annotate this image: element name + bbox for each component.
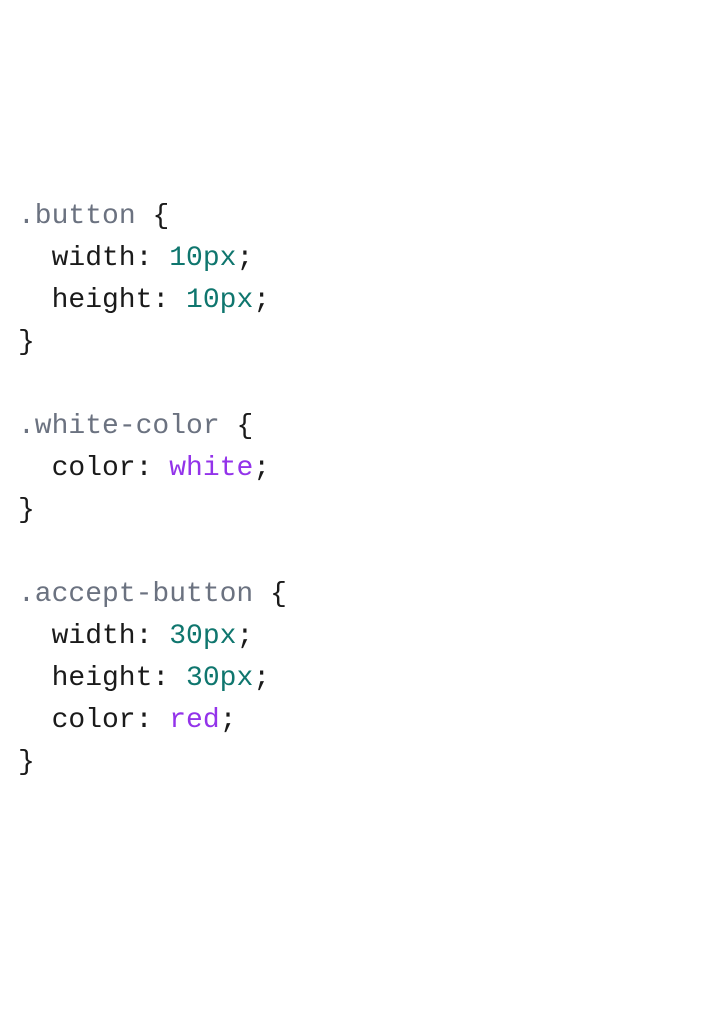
code-line: } xyxy=(18,490,698,532)
blank-line xyxy=(18,532,698,574)
colon: : xyxy=(136,453,153,484)
open-brace: { xyxy=(152,201,169,232)
css-selector: .button xyxy=(18,201,136,232)
css-selector: .white-color xyxy=(18,411,220,442)
css-unit: px xyxy=(203,243,237,274)
css-property: color xyxy=(52,705,136,736)
css-property: height xyxy=(52,285,153,316)
css-property: color xyxy=(52,453,136,484)
semicolon: ; xyxy=(253,285,270,316)
code-line: .accept-button { xyxy=(18,574,698,616)
css-value-number: 30 xyxy=(169,621,203,652)
css-value-keyword: white xyxy=(169,453,253,484)
code-line: color: white; xyxy=(18,448,698,490)
code-line: .white-color { xyxy=(18,406,698,448)
semicolon: ; xyxy=(236,621,253,652)
close-brace: } xyxy=(18,327,35,358)
code-line: } xyxy=(18,322,698,364)
css-unit: px xyxy=(220,285,254,316)
code-line: height: 10px; xyxy=(18,280,698,322)
code-line: width: 30px; xyxy=(18,616,698,658)
css-code-block: .button {width: 10px;height: 10px;} .whi… xyxy=(18,196,698,784)
colon: : xyxy=(152,285,169,316)
colon: : xyxy=(136,621,153,652)
blank-line xyxy=(18,364,698,406)
code-line: width: 10px; xyxy=(18,238,698,280)
css-unit: px xyxy=(203,621,237,652)
close-brace: } xyxy=(18,747,35,778)
css-value-number: 10 xyxy=(169,243,203,274)
semicolon: ; xyxy=(236,243,253,274)
code-line: } xyxy=(18,742,698,784)
open-brace: { xyxy=(270,579,287,610)
css-selector: .accept-button xyxy=(18,579,253,610)
close-brace: } xyxy=(18,495,35,526)
colon: : xyxy=(136,243,153,274)
semicolon: ; xyxy=(220,705,237,736)
open-brace: { xyxy=(236,411,253,442)
code-line: height: 30px; xyxy=(18,658,698,700)
colon: : xyxy=(136,705,153,736)
semicolon: ; xyxy=(253,453,270,484)
css-value-keyword: red xyxy=(169,705,219,736)
code-line: .button { xyxy=(18,196,698,238)
css-property: width xyxy=(52,243,136,274)
code-line: color: red; xyxy=(18,700,698,742)
css-property: width xyxy=(52,621,136,652)
css-value-number: 10 xyxy=(186,285,220,316)
